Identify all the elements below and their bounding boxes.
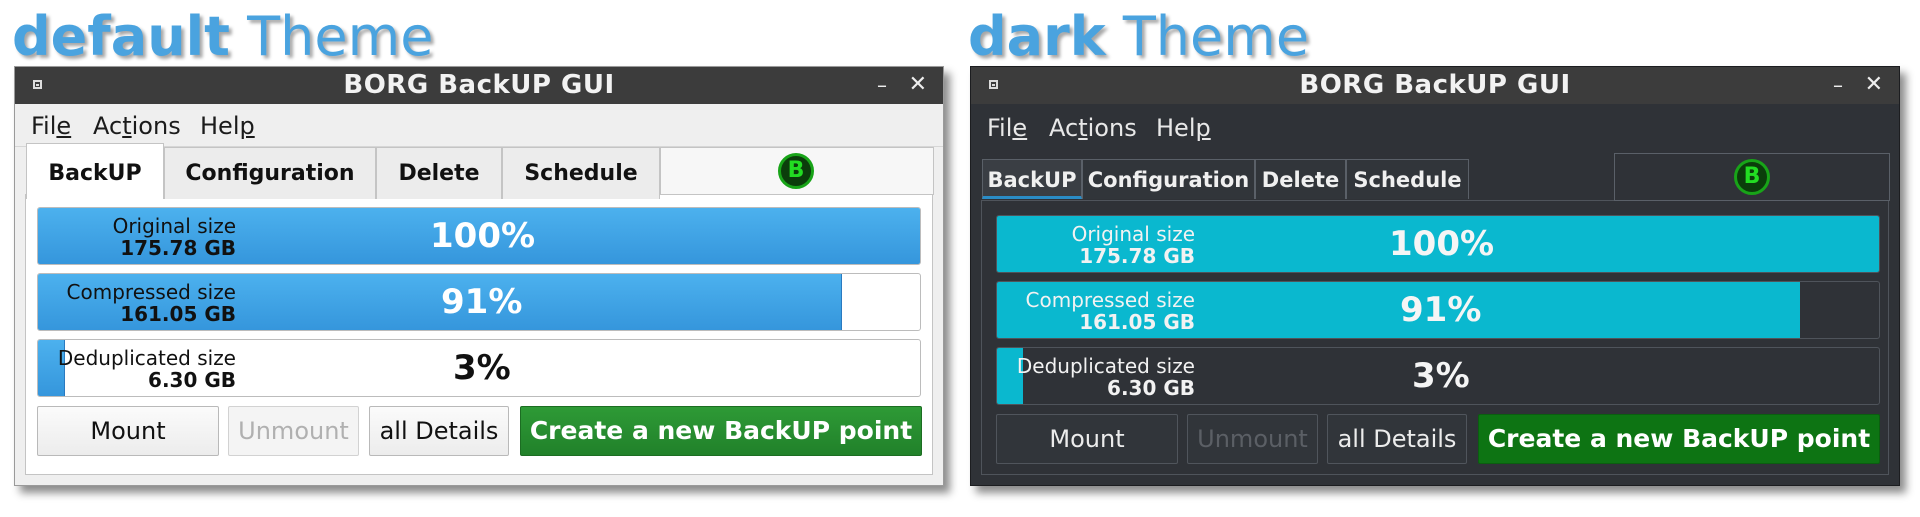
- window-title: BORG BackUP GUI: [343, 70, 615, 100]
- stat-label: Compressed size 161.05 GB: [67, 281, 236, 325]
- menu-file[interactable]: File: [987, 106, 1027, 150]
- stat-percent: 3%: [453, 348, 511, 388]
- stat-size: 6.30 GB: [1107, 376, 1195, 400]
- tab-schedule[interactable]: Schedule: [502, 147, 660, 199]
- menu-bar: File Actions Help: [971, 104, 1899, 146]
- heading-theme-name: dark: [968, 5, 1106, 68]
- stat-name: Original size: [112, 214, 236, 238]
- window-title: BORG BackUP GUI: [1299, 70, 1571, 100]
- logo-area: B: [660, 147, 934, 195]
- window-client: File Actions Help BackUP Configuration D…: [15, 104, 943, 485]
- stat-name: Deduplicated size: [1016, 354, 1195, 378]
- deduplicated-size-bar: Deduplicated size 6.30 GB 3%: [996, 347, 1880, 405]
- create-backup-button[interactable]: Create a new BackUP point: [1478, 414, 1880, 464]
- compressed-size-bar: Compressed size 161.05 GB 91%: [37, 273, 921, 331]
- window-dark-theme: BORG BackUP GUI – ✕ File Actions Help Ba…: [970, 66, 1900, 486]
- dark-theme-heading: dark Theme: [968, 6, 1309, 68]
- menu-file[interactable]: File: [31, 104, 71, 148]
- stat-label: Original size 175.78 GB: [1072, 223, 1195, 267]
- heading-theme-word: Theme: [1122, 5, 1310, 68]
- original-size-bar: Original size 175.78 GB 100%: [996, 215, 1880, 273]
- tab-configuration[interactable]: Configuration: [1082, 159, 1255, 199]
- heading-theme-name: default: [12, 5, 230, 68]
- stat-size: 175.78 GB: [120, 236, 236, 260]
- stat-name: Compressed size: [66, 280, 236, 304]
- tab-backup[interactable]: BackUP: [26, 143, 164, 199]
- default-theme-heading: default Theme: [12, 6, 433, 68]
- window-client: File Actions Help BackUP Configuration D…: [971, 104, 1899, 485]
- menu-actions[interactable]: Actions: [1049, 106, 1137, 150]
- stat-size: 6.30 GB: [148, 368, 236, 392]
- minimize-icon[interactable]: –: [1833, 73, 1843, 97]
- unmount-button[interactable]: Unmount: [228, 406, 359, 456]
- create-backup-button[interactable]: Create a new BackUP point: [520, 406, 922, 456]
- all-details-button[interactable]: all Details: [1327, 414, 1467, 464]
- tab-configuration[interactable]: Configuration: [164, 147, 376, 199]
- stat-size: 161.05 GB: [1079, 310, 1195, 334]
- borg-logo-icon: B: [778, 153, 814, 189]
- stat-percent: 91%: [441, 282, 523, 322]
- stat-label: Original size 175.78 GB: [113, 215, 236, 259]
- stat-size: 161.05 GB: [120, 302, 236, 326]
- stat-percent: 3%: [1412, 356, 1470, 396]
- tab-panel: BackUP Configuration Delete Schedule B O…: [981, 153, 1890, 475]
- stat-label: Deduplicated size 6.30 GB: [58, 347, 236, 391]
- tab-schedule[interactable]: Schedule: [1346, 159, 1469, 199]
- stat-name: Original size: [1071, 222, 1195, 246]
- logo-area: B: [1614, 153, 1890, 201]
- stat-percent: 91%: [1400, 290, 1482, 330]
- compressed-size-bar: Compressed size 161.05 GB 91%: [996, 281, 1880, 339]
- close-icon[interactable]: ✕: [909, 72, 927, 98]
- window-default-theme: BORG BackUP GUI – ✕ File Actions Help Ba…: [14, 66, 944, 486]
- all-details-button[interactable]: all Details: [369, 406, 509, 456]
- title-bar: BORG BackUP GUI – ✕: [15, 67, 943, 104]
- tab-backup[interactable]: BackUP: [982, 159, 1082, 199]
- borg-logo-icon: B: [1734, 159, 1770, 195]
- stat-percent: 100%: [430, 216, 536, 256]
- stat-name: Compressed size: [1025, 288, 1195, 312]
- mount-button[interactable]: Mount: [996, 414, 1178, 464]
- heading-theme-word: Theme: [247, 5, 434, 68]
- tab-panel: BackUP Configuration Delete Schedule B O…: [25, 143, 934, 475]
- stat-label: Compressed size 161.05 GB: [1026, 289, 1195, 333]
- close-icon[interactable]: ✕: [1865, 72, 1883, 98]
- stat-percent: 100%: [1389, 224, 1495, 264]
- minimize-icon[interactable]: –: [877, 73, 887, 97]
- menu-bar: File Actions Help: [15, 104, 943, 147]
- menu-actions[interactable]: Actions: [93, 104, 181, 148]
- title-bar: BORG BackUP GUI – ✕: [971, 67, 1899, 104]
- mount-button[interactable]: Mount: [37, 406, 219, 456]
- original-size-bar: Original size 175.78 GB 100%: [37, 207, 921, 265]
- stat-size: 175.78 GB: [1079, 244, 1195, 268]
- menu-help[interactable]: Help: [1156, 106, 1211, 150]
- menu-help[interactable]: Help: [200, 104, 255, 148]
- stat-label: Deduplicated size 6.30 GB: [1017, 355, 1195, 399]
- deduplicated-size-bar: Deduplicated size 6.30 GB 3%: [37, 339, 921, 397]
- stat-name: Deduplicated size: [57, 346, 236, 370]
- unmount-button[interactable]: Unmount: [1187, 414, 1318, 464]
- tab-delete[interactable]: Delete: [376, 147, 502, 199]
- tab-delete[interactable]: Delete: [1255, 159, 1346, 199]
